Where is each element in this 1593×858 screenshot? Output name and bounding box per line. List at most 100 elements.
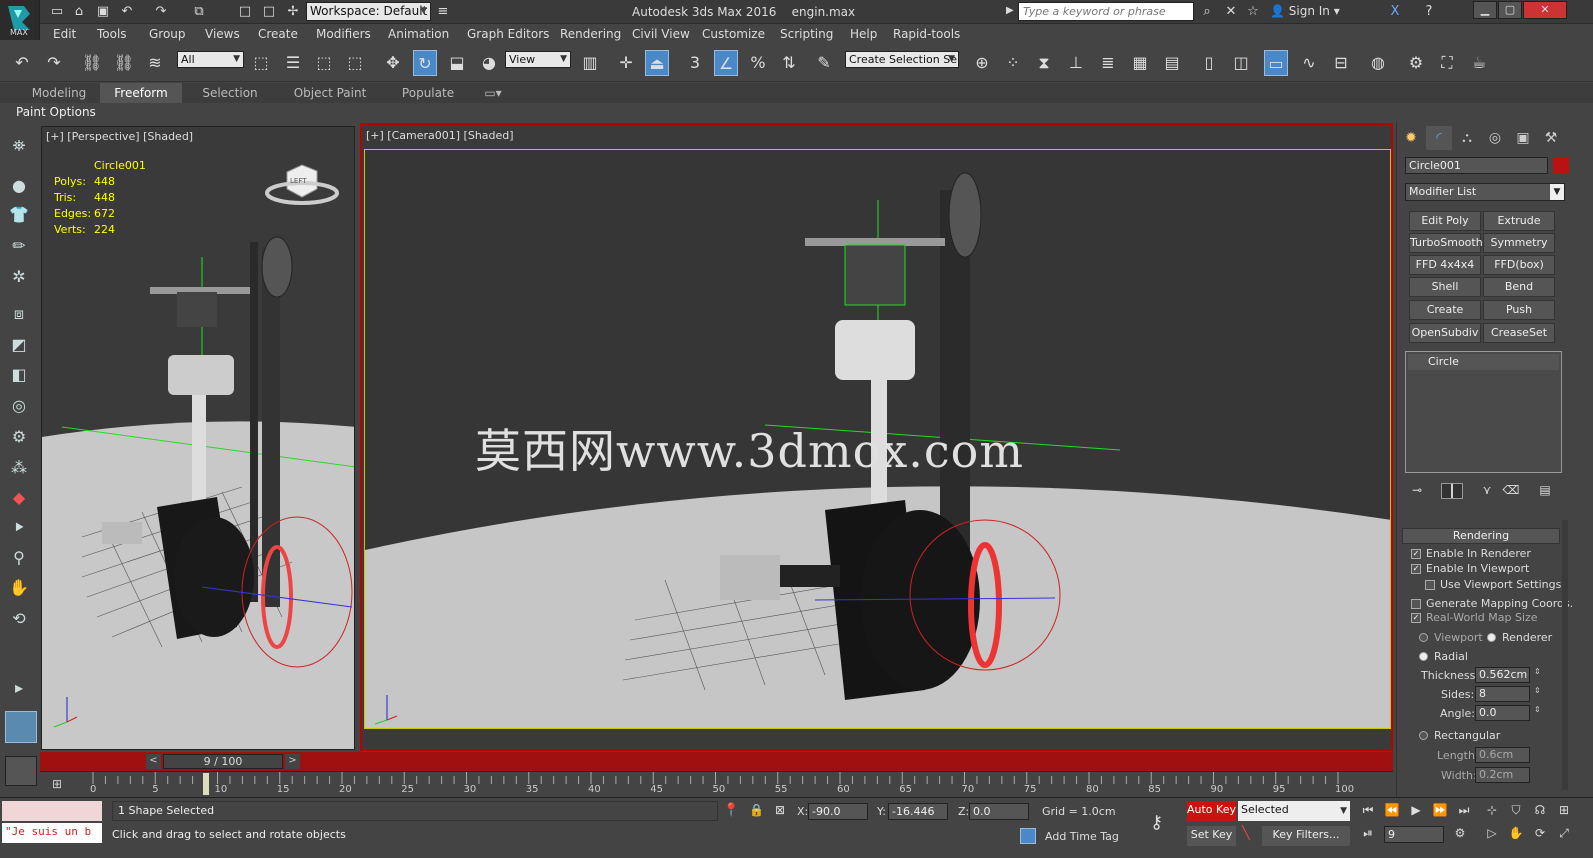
- display-tab-icon[interactable]: ▣: [1510, 126, 1536, 150]
- new-file-icon[interactable]: ▭: [48, 3, 66, 21]
- thickness-input[interactable]: 0.562cm: [1475, 667, 1530, 683]
- populate-icon[interactable]: ⛯: [7, 134, 31, 158]
- bind-space-warp-icon[interactable]: ≋: [143, 50, 167, 76]
- mini-curve-editor-icon[interactable]: ⊞: [52, 777, 62, 791]
- menu-animation[interactable]: Animation: [388, 27, 449, 41]
- maxscript-mini-listener[interactable]: [2, 801, 102, 821]
- key-set-dropdown[interactable]: Selected ▼: [1238, 801, 1350, 821]
- set-key-button[interactable]: Set Key: [1187, 826, 1236, 846]
- reference-coordinate-dropdown[interactable]: View ▼: [505, 51, 571, 68]
- enable-viewport-checkbox[interactable]: ✓: [1411, 564, 1421, 574]
- schematic-view-icon[interactable]: ⊟: [1329, 50, 1353, 76]
- show-end-result-icon[interactable]: ┃: [1441, 483, 1463, 499]
- previous-key-icon[interactable]: ⏪: [1382, 803, 1402, 821]
- zoom-extents-icon[interactable]: ⊞: [1554, 803, 1574, 821]
- viewport-layout-icon[interactable]: [5, 711, 37, 743]
- checker-icon[interactable]: ▦: [1128, 50, 1152, 76]
- menu-views[interactable]: Views: [205, 27, 240, 41]
- push-button[interactable]: Push: [1483, 300, 1555, 320]
- noise-icon[interactable]: ⁂: [7, 456, 31, 480]
- snaps-toggle-icon[interactable]: 3: [683, 50, 707, 76]
- pan-hand-icon[interactable]: ✋: [7, 576, 31, 600]
- rendering-rollout-header[interactable]: Rendering: [1402, 528, 1560, 544]
- undo-icon[interactable]: ↶: [118, 3, 136, 21]
- search-input[interactable]: Type a keyword or phrase: [1018, 2, 1194, 21]
- bend-button[interactable]: Bend: [1483, 277, 1555, 297]
- spinner-snap-icon[interactable]: ⇅: [777, 50, 801, 76]
- project-folder-icon[interactable]: ⧉: [190, 3, 208, 21]
- maximize-button[interactable]: ▢: [1498, 1, 1522, 19]
- camera-viewport-label[interactable]: [+] [Camera001] [Shaded]: [366, 129, 514, 142]
- previous-frame-icon[interactable]: <: [146, 754, 161, 769]
- crosshair-icon[interactable]: ⊕: [970, 50, 994, 76]
- edit-poly-button[interactable]: Edit Poly: [1409, 211, 1481, 231]
- isolate-icon[interactable]: ⁘: [1001, 50, 1025, 76]
- favorites-star-icon[interactable]: ☆: [1244, 3, 1262, 21]
- modifier-list-dropdown[interactable]: Modifier List ▼: [1405, 183, 1565, 201]
- menu-help[interactable]: Help: [850, 27, 877, 41]
- length-input[interactable]: 0.6cm: [1475, 747, 1530, 763]
- edit-named-selection-icon[interactable]: ✎: [812, 50, 836, 76]
- zoom-all-icon[interactable]: ⛉: [1506, 803, 1526, 821]
- enable-renderer-checkbox[interactable]: ✓: [1411, 549, 1421, 559]
- creaseset-button[interactable]: CreaseSet: [1483, 323, 1555, 343]
- window-crossing-icon[interactable]: □: [236, 3, 254, 21]
- next-key-icon[interactable]: ⏩: [1430, 803, 1450, 821]
- radial-radio[interactable]: [1419, 652, 1428, 661]
- lock-selection-icon[interactable]: 🔒: [749, 803, 764, 817]
- perspective-viewport[interactable]: [+] [Perspective] [Shaded] Circle001 Pol…: [41, 126, 355, 750]
- time-configuration-icon[interactable]: ⚙: [1450, 826, 1470, 844]
- align-icon[interactable]: ⊥: [1064, 50, 1088, 76]
- isolate-selection-icon[interactable]: 📍: [723, 803, 739, 818]
- orbit-icon[interactable]: ⟲: [7, 607, 31, 631]
- viewport-layout-alt-icon[interactable]: [5, 756, 37, 786]
- expand-icon[interactable]: ▸: [7, 676, 31, 700]
- extrude-button[interactable]: Extrude: [1483, 211, 1555, 231]
- cloth-icon[interactable]: 👕: [7, 203, 31, 227]
- select-object-icon[interactable]: ⬚: [249, 50, 273, 76]
- symmetry-button[interactable]: Symmetry: [1483, 233, 1555, 253]
- communication-center-icon[interactable]: ✕: [1222, 3, 1240, 21]
- modifier-icon[interactable]: ◧: [7, 363, 31, 387]
- turbosmooth-button[interactable]: TurboSmooth: [1409, 233, 1483, 253]
- viewport-radio[interactable]: [1419, 633, 1428, 642]
- maximize-viewport-icon[interactable]: ⤢: [1554, 826, 1574, 844]
- time-tag-icon[interactable]: [1020, 828, 1036, 844]
- modifier-stack[interactable]: Circle: [1405, 351, 1562, 473]
- menu-graph-editors[interactable]: Graph Editors: [467, 27, 549, 41]
- use-viewport-settings-checkbox[interactable]: [1425, 580, 1435, 590]
- select-manipulate-icon[interactable]: ✛: [614, 50, 638, 76]
- motion-tab-icon[interactable]: ◎: [1482, 126, 1508, 150]
- viewcube-label[interactable]: LEFT: [290, 177, 307, 185]
- tab-selection[interactable]: Selection: [190, 83, 270, 103]
- menu-rapid-tools[interactable]: Rapid-tools: [893, 27, 960, 41]
- mirror-icon[interactable]: ⧗: [1032, 50, 1056, 76]
- command-panel-scrollbar[interactable]: [1562, 520, 1568, 790]
- real-world-map-checkbox[interactable]: ✓: [1411, 613, 1421, 623]
- unlink-icon[interactable]: ⛓: [112, 50, 136, 76]
- object-color-swatch[interactable]: [1553, 157, 1569, 174]
- current-frame-input[interactable]: 9: [1384, 826, 1444, 843]
- menu-modifiers[interactable]: Modifiers: [316, 27, 371, 41]
- pan-view-icon[interactable]: ✋: [1506, 826, 1526, 844]
- redo-icon[interactable]: ↷: [42, 50, 66, 76]
- named-selection-dropdown[interactable]: Create Selection Se ▼: [845, 51, 959, 68]
- time-slider-handle[interactable]: 9 / 100: [163, 754, 283, 769]
- play-icon[interactable]: ▶: [1406, 803, 1426, 821]
- next-frame-icon[interactable]: >: [285, 754, 300, 769]
- opensubdiv-button[interactable]: OpenSubdiv: [1409, 323, 1481, 343]
- sides-input[interactable]: 8: [1475, 686, 1530, 702]
- menu-civil-view[interactable]: Civil View: [632, 27, 690, 41]
- toggle-ribbon-icon[interactable]: ▭: [1264, 50, 1288, 76]
- x-coordinate-input[interactable]: -90.0: [808, 803, 868, 820]
- rectangular-radio[interactable]: [1419, 731, 1428, 740]
- curve-editor-icon[interactable]: ∿: [1297, 50, 1321, 76]
- brush-icon[interactable]: ✏: [7, 234, 31, 258]
- help-icon[interactable]: ?: [1420, 3, 1438, 21]
- angle-input[interactable]: 0.0: [1475, 705, 1530, 721]
- perspective-viewport-label[interactable]: [+] [Perspective] [Shaded]: [46, 130, 193, 143]
- menu-customize[interactable]: Customize: [702, 27, 765, 41]
- sign-in-button[interactable]: 👤 Sign In ▾: [1270, 4, 1340, 18]
- thickness-spinner-icon[interactable]: ⇕: [1534, 667, 1541, 676]
- modify-tab-icon[interactable]: ◜: [1426, 126, 1452, 150]
